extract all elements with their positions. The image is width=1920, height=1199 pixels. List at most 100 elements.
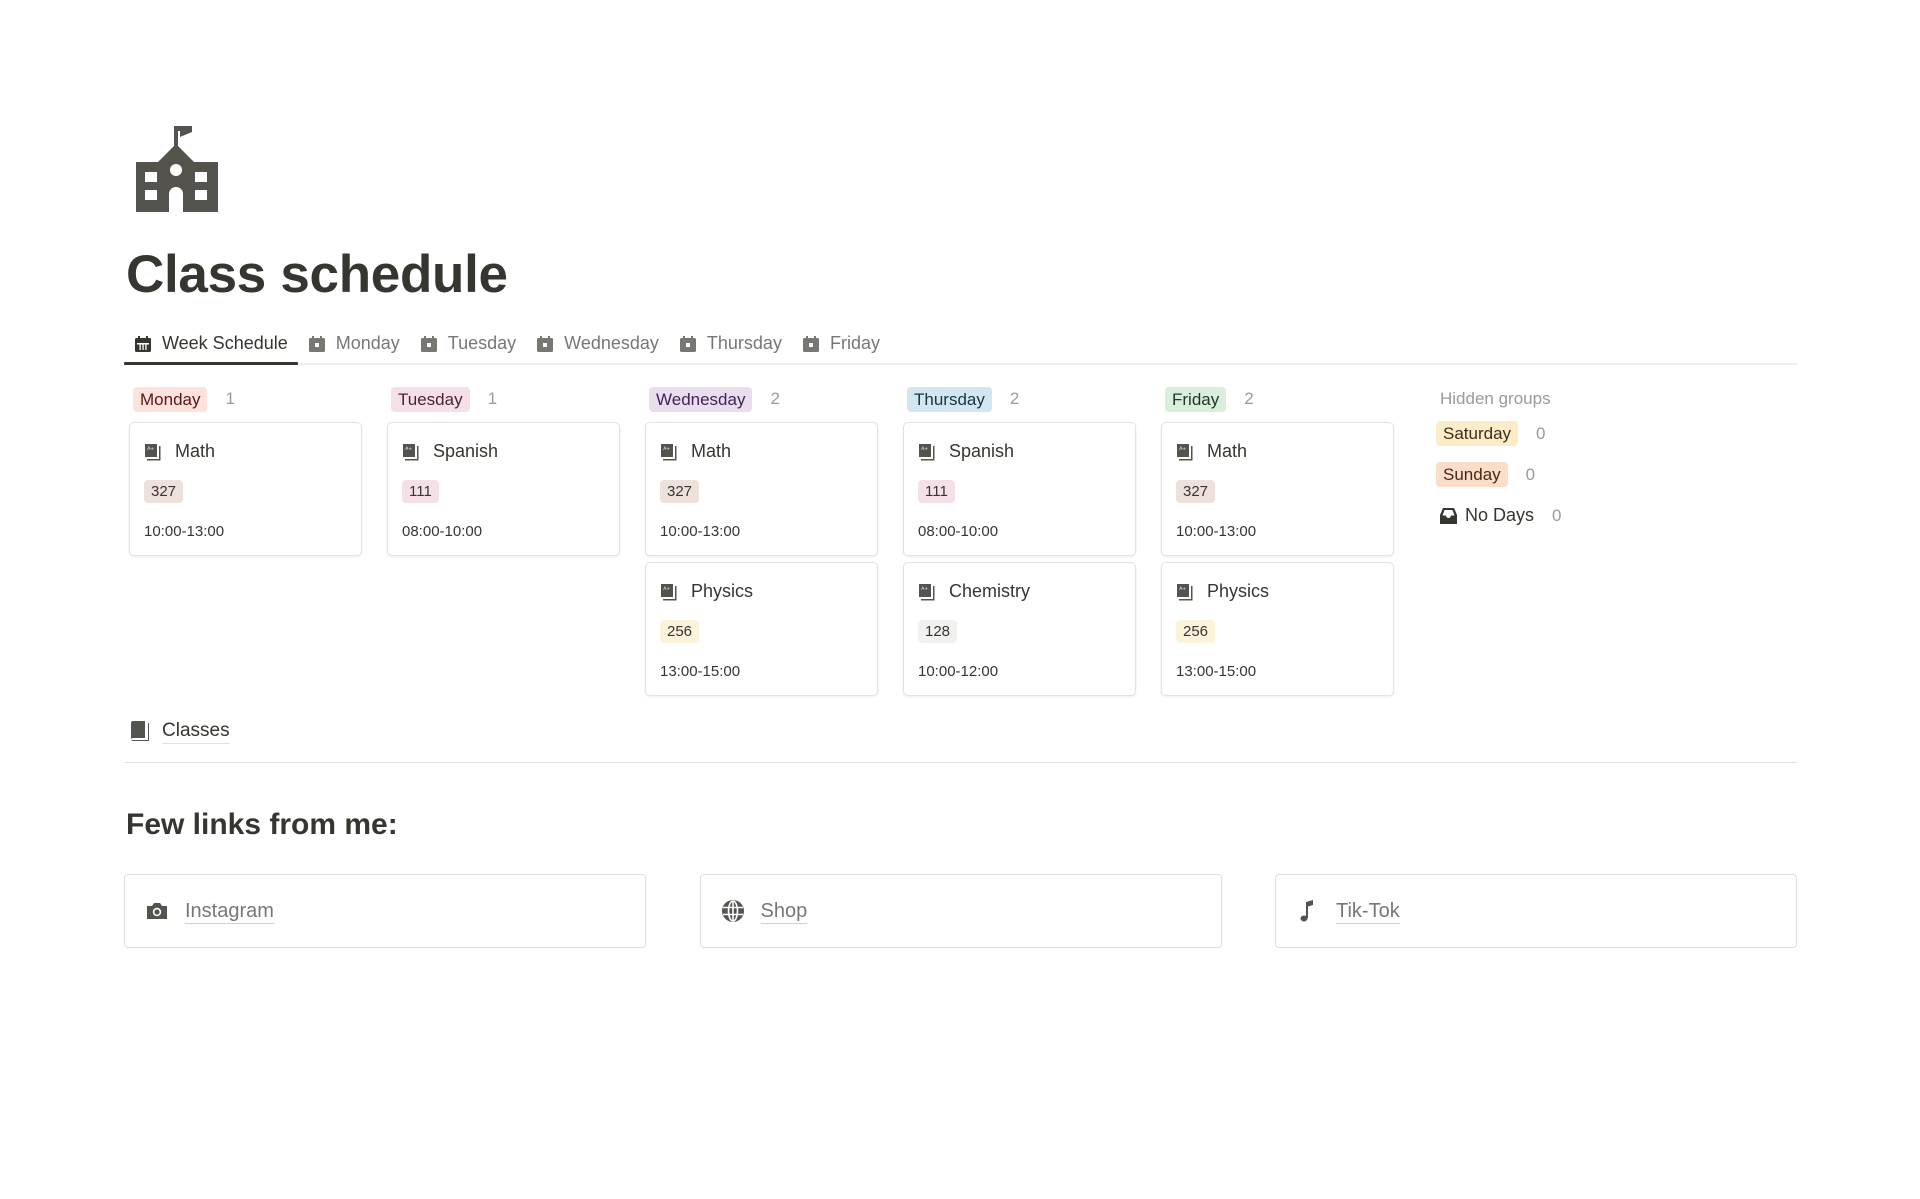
classes-link-label: Classes <box>162 719 230 744</box>
board-column-monday: Monday 1 A+ Math 327 10:00-13:00 <box>129 385 362 556</box>
class-card[interactable]: A+ Physics 256 13:00-15:00 <box>645 562 878 696</box>
class-time: 13:00-15:00 <box>1176 663 1257 680</box>
link-shop[interactable]: Shop <box>699 874 1222 948</box>
group-count: 1 <box>487 389 498 408</box>
group-label[interactable]: Tuesday <box>391 386 470 412</box>
class-book-icon: A+ <box>661 443 677 460</box>
class-name: Chemistry <box>949 581 1031 601</box>
card-title-row: A+ Math <box>144 441 215 462</box>
group-count: 2 <box>1244 389 1254 408</box>
room-badge: 256 <box>1176 620 1216 643</box>
group-label: Sunday <box>1436 462 1508 487</box>
room-badge: 327 <box>144 480 184 503</box>
calendar-grid-icon <box>135 335 151 352</box>
class-book-icon: A+ <box>1177 443 1193 460</box>
class-book-icon: A+ <box>661 583 677 600</box>
hidden-group-saturday[interactable]: Saturday 0 <box>1436 413 1676 454</box>
class-card[interactable]: A+ Math 327 10:00-13:00 <box>645 422 878 556</box>
group-count: 2 <box>770 389 780 408</box>
no-days-label-wrap: No Days <box>1436 505 1534 526</box>
links-heading: Few links from me: <box>126 808 398 841</box>
group-header: Monday 1 <box>129 385 362 413</box>
tab-label: Week Schedule <box>162 333 288 353</box>
group-header: Tuesday 1 <box>387 385 620 413</box>
tab-thursday[interactable]: Thursday <box>669 324 792 363</box>
calendar-icon <box>802 335 819 352</box>
card-title-row: A+ Spanish <box>918 441 1014 462</box>
class-time: 10:00-12:00 <box>918 663 999 680</box>
class-name: Spanish <box>949 441 1015 461</box>
tab-tuesday[interactable]: Tuesday <box>410 324 526 363</box>
svg-text:A+: A+ <box>921 586 928 592</box>
group-label[interactable]: Monday <box>133 386 208 412</box>
room-badge: 111 <box>918 480 955 503</box>
tab-wednesday[interactable]: Wednesday <box>526 324 669 363</box>
music-note-icon <box>1300 900 1313 922</box>
group-header: Friday 2 <box>1161 385 1394 413</box>
calendar-icon <box>537 335 554 352</box>
hidden-groups: Hidden groups Saturday 0 Sunday 0 No Days 0 <box>1436 385 1676 536</box>
class-time: 08:00-10:00 <box>402 523 483 540</box>
card-title-row: A+ Chemistry <box>918 581 1030 602</box>
globe-icon <box>721 900 744 922</box>
class-time: 10:00-13:00 <box>1176 523 1257 540</box>
calendar-icon <box>679 335 696 352</box>
tab-friday[interactable]: Friday <box>792 324 890 363</box>
tab-label: Friday <box>829 333 880 353</box>
board-column-tuesday: Tuesday 1 A+ Spanish 111 08:00-10:00 <box>387 385 620 556</box>
class-time: 13:00-15:00 <box>660 663 741 680</box>
room-badge: 327 <box>1176 480 1216 503</box>
link-tiktok[interactable]: Tik-Tok <box>1275 874 1797 948</box>
class-book-icon: A+ <box>403 443 419 460</box>
svg-text:A+: A+ <box>405 446 412 452</box>
card-title-row: A+ Spanish <box>402 441 498 462</box>
room-badge: 128 <box>918 620 958 643</box>
no-days-label: No Days <box>1465 505 1535 525</box>
class-card[interactable]: A+ Math 327 10:00-13:00 <box>1161 422 1394 556</box>
hidden-group-sunday[interactable]: Sunday 0 <box>1436 454 1676 495</box>
tab-label: Monday <box>335 333 400 353</box>
group-label[interactable]: Friday <box>1165 386 1227 412</box>
class-time: 08:00-10:00 <box>918 523 999 540</box>
group-count: 0 <box>1552 505 1562 525</box>
svg-text:A+: A+ <box>921 446 928 452</box>
svg-text:A+: A+ <box>147 446 154 452</box>
class-name: Math <box>691 441 732 461</box>
hidden-group-no-days[interactable]: No Days 0 <box>1436 495 1676 536</box>
classes-database-link[interactable]: Classes <box>130 719 230 744</box>
class-card[interactable]: A+ Math 327 10:00-13:00 <box>129 422 362 556</box>
card-title-row: A+ Math <box>1176 441 1247 462</box>
link-instagram[interactable]: Instagram <box>124 874 646 948</box>
inbox-icon <box>1440 507 1457 524</box>
class-book-icon: A+ <box>919 443 935 460</box>
svg-text:A+: A+ <box>663 586 670 592</box>
tab-label: Tuesday <box>447 333 517 353</box>
class-name: Physics <box>1207 581 1270 601</box>
tab-monday[interactable]: Monday <box>298 324 410 363</box>
link-label: Tik-Tok <box>1336 899 1400 924</box>
link-label: Shop <box>760 899 808 924</box>
group-label[interactable]: Wednesday <box>649 386 753 412</box>
calendar-icon <box>420 335 437 352</box>
class-card[interactable]: A+ Chemistry 128 10:00-12:00 <box>903 562 1136 696</box>
board-column-friday: Friday 2 A+ Math 327 10:00-13:00 A+ Physics 256 1… <box>1161 385 1394 696</box>
camera-icon <box>147 903 167 919</box>
svg-text:A+: A+ <box>1179 586 1186 592</box>
room-badge: 256 <box>660 620 700 643</box>
tab-week-schedule[interactable]: Week Schedule <box>124 324 298 365</box>
class-card[interactable]: A+ Spanish 111 08:00-10:00 <box>387 422 620 556</box>
school-icon <box>136 126 218 212</box>
class-card[interactable]: A+ Physics 256 13:00-15:00 <box>1161 562 1394 696</box>
group-count: 1 <box>225 389 235 408</box>
class-card[interactable]: A+ Spanish 111 08:00-10:00 <box>903 422 1136 556</box>
calendar-icon <box>308 335 325 352</box>
board-column-wednesday: Wednesday 2 A+ Math 327 10:00-13:00 A+ Physics 2… <box>645 385 878 696</box>
class-name: Spanish <box>433 441 499 461</box>
group-label[interactable]: Thursday <box>907 386 992 412</box>
class-name: Math <box>175 441 216 461</box>
card-title-row: A+ Physics <box>660 581 753 602</box>
class-name: Math <box>1207 441 1248 461</box>
class-book-icon: A+ <box>1177 583 1193 600</box>
group-count: 0 <box>1525 464 1536 484</box>
book-icon <box>131 720 149 741</box>
